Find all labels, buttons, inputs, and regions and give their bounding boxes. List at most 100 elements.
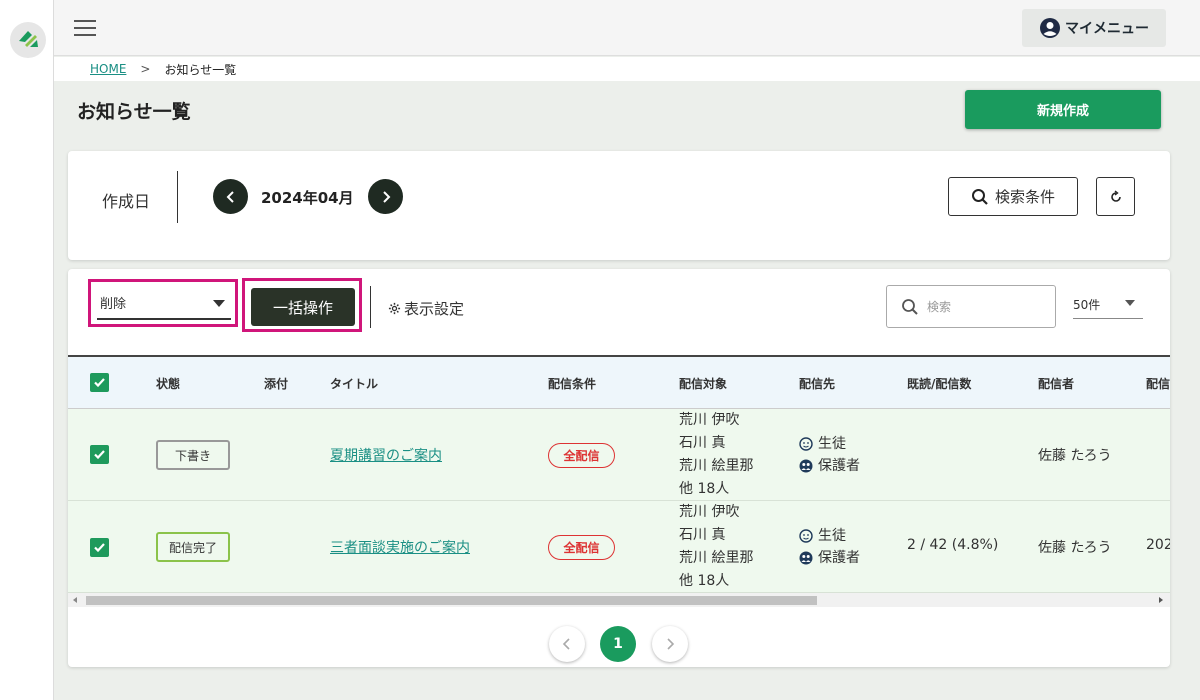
guardian-icon <box>799 459 813 473</box>
divider <box>370 286 371 328</box>
row-checkbox[interactable] <box>90 538 109 557</box>
destination-list: 生徒 保護者 <box>799 525 860 569</box>
col-header-destination[interactable]: 配信先 <box>799 375 835 392</box>
col-header-title[interactable]: タイトル <box>330 375 378 392</box>
notice-title-link[interactable]: 三者面談実施のご案内 <box>330 537 470 557</box>
condition-badge: 全配信 <box>548 535 615 560</box>
top-header: マイメニュー <box>54 0 1200 56</box>
search-icon <box>971 188 988 205</box>
status-badge: 配信完了 <box>156 532 230 562</box>
page-number-current[interactable]: 1 <box>600 626 636 662</box>
search-icon <box>902 298 918 315</box>
dropdown-arrow-icon <box>1125 300 1135 306</box>
condition-badge: 全配信 <box>548 443 615 468</box>
sent-date: 202 <box>1146 537 1170 553</box>
chevron-left-icon <box>562 638 570 650</box>
col-header-condition[interactable]: 配信条件 <box>548 375 596 392</box>
student-icon <box>799 529 813 543</box>
select-all-checkbox[interactable] <box>90 373 109 392</box>
table-row[interactable]: 配信完了 三者面談実施のご案内 全配信 荒川 伊吹 石川 真 荒川 絵里那 他 … <box>68 501 1170 593</box>
col-header-attach[interactable]: 添付 <box>264 375 288 392</box>
divider <box>177 171 178 223</box>
page-title: お知らせ一覧 <box>77 101 191 123</box>
dest-guardian: 保護者 <box>799 547 860 569</box>
search-conditions-button[interactable]: 検索条件 <box>948 177 1078 216</box>
my-menu-label: マイメニュー <box>1065 21 1149 37</box>
date-filter-card: 作成日 2024年04月 検索条件 <box>68 151 1170 260</box>
per-page-select[interactable]: 50件 <box>1073 289 1143 319</box>
prev-page-button[interactable] <box>549 626 585 662</box>
target-name: 荒川 絵里那 <box>679 458 754 474</box>
target-others: 他 18人 <box>679 573 730 589</box>
row-checkbox[interactable] <box>90 445 109 464</box>
breadcrumb-current: お知らせ一覧 <box>164 62 237 77</box>
chevron-left-icon <box>226 190 234 203</box>
col-header-sender[interactable]: 配信者 <box>1038 375 1074 392</box>
gear-icon <box>388 302 401 315</box>
search-conditions-label: 検索条件 <box>994 188 1055 206</box>
destination-list: 生徒 保護者 <box>799 433 860 477</box>
chevron-right-icon <box>667 638 675 650</box>
search-input[interactable]: 検索 <box>886 285 1056 328</box>
my-menu-button[interactable]: マイメニュー <box>1022 9 1166 47</box>
breadcrumb: HOME > お知らせ一覧 <box>54 57 1200 81</box>
status-badge: 下書き <box>156 440 230 470</box>
refresh-icon <box>1110 189 1121 202</box>
target-name: 荒川 絵里那 <box>679 550 754 566</box>
dest-guardian: 保護者 <box>799 455 860 477</box>
app-logo[interactable] <box>10 22 46 58</box>
table-row[interactable]: 下書き 夏期講習のご案内 全配信 荒川 伊吹 石川 真 荒川 絵里那 他 18人… <box>68 409 1170 501</box>
notice-title-link[interactable]: 夏期講習のご案内 <box>330 445 442 465</box>
next-page-button[interactable] <box>652 626 688 662</box>
dest-student: 生徒 <box>799 433 860 455</box>
notice-list-card: 削除 一括操作 表示設定 検索 50件 状態 添付 タイトル 配信条件 配信対象 <box>68 269 1170 667</box>
col-header-status[interactable]: 状態 <box>156 375 180 392</box>
hamburger-menu-icon[interactable] <box>74 20 96 36</box>
dest-student: 生徒 <box>799 525 860 547</box>
read-count: 2 / 42 (4.8%) <box>907 537 999 553</box>
col-header-targets[interactable]: 配信対象 <box>679 375 727 392</box>
sender-name: 佐藤 たろう <box>1038 448 1112 464</box>
scroll-left-arrow-icon[interactable] <box>73 597 77 603</box>
dest-guardian-label: 保護者 <box>818 458 860 474</box>
dest-student-label: 生徒 <box>818 528 846 544</box>
col-header-date[interactable]: 配信 <box>1146 375 1170 392</box>
guardian-icon <box>799 551 813 565</box>
dropdown-arrow-icon <box>213 300 225 307</box>
prev-month-button[interactable] <box>213 179 248 214</box>
bulk-operation-button[interactable]: 一括操作 <box>251 288 355 326</box>
dest-student-label: 生徒 <box>818 436 846 452</box>
scrollbar-thumb[interactable] <box>86 596 817 605</box>
next-month-button[interactable] <box>368 179 403 214</box>
sender-name: 佐藤 たろう <box>1038 540 1112 556</box>
display-settings-button[interactable]: 表示設定 <box>388 298 464 319</box>
target-name: 荒川 伊吹 <box>679 412 740 428</box>
new-create-button[interactable]: 新規作成 <box>965 90 1161 129</box>
bulk-button-highlight: 一括操作 <box>242 278 362 332</box>
target-name: 石川 真 <box>679 435 726 451</box>
check-icon <box>94 543 105 553</box>
col-header-read[interactable]: 既読/配信数 <box>907 375 971 392</box>
targets-list: 荒川 伊吹 石川 真 荒川 絵里那 他 18人 <box>679 501 753 593</box>
breadcrumb-home-link[interactable]: HOME <box>90 62 126 76</box>
check-icon <box>94 450 105 460</box>
per-page-value: 50件 <box>1073 298 1101 312</box>
display-settings-label: 表示設定 <box>404 300 465 318</box>
dest-guardian-label: 保護者 <box>818 550 860 566</box>
breadcrumb-separator: > <box>140 62 151 76</box>
targets-list: 荒川 伊吹 石川 真 荒川 絵里那 他 18人 <box>679 409 753 501</box>
chevron-right-icon <box>382 190 390 203</box>
table-header: 状態 添付 タイトル 配信条件 配信対象 配信先 既読/配信数 配信者 配信 <box>68 355 1170 409</box>
refresh-button[interactable] <box>1096 177 1135 216</box>
horizontal-scrollbar[interactable] <box>68 593 1170 607</box>
bulk-action-select[interactable]: 削除 <box>97 290 231 320</box>
bulk-action-select-value: 削除 <box>100 297 127 312</box>
check-icon <box>94 378 105 388</box>
student-icon <box>799 437 813 451</box>
logo-icon <box>19 31 38 47</box>
scroll-right-arrow-icon[interactable] <box>1159 597 1163 603</box>
target-name: 石川 真 <box>679 527 726 543</box>
bulk-action-select-highlight: 削除 <box>88 279 238 327</box>
target-others: 他 18人 <box>679 481 730 497</box>
created-date-label: 作成日 <box>102 192 151 211</box>
